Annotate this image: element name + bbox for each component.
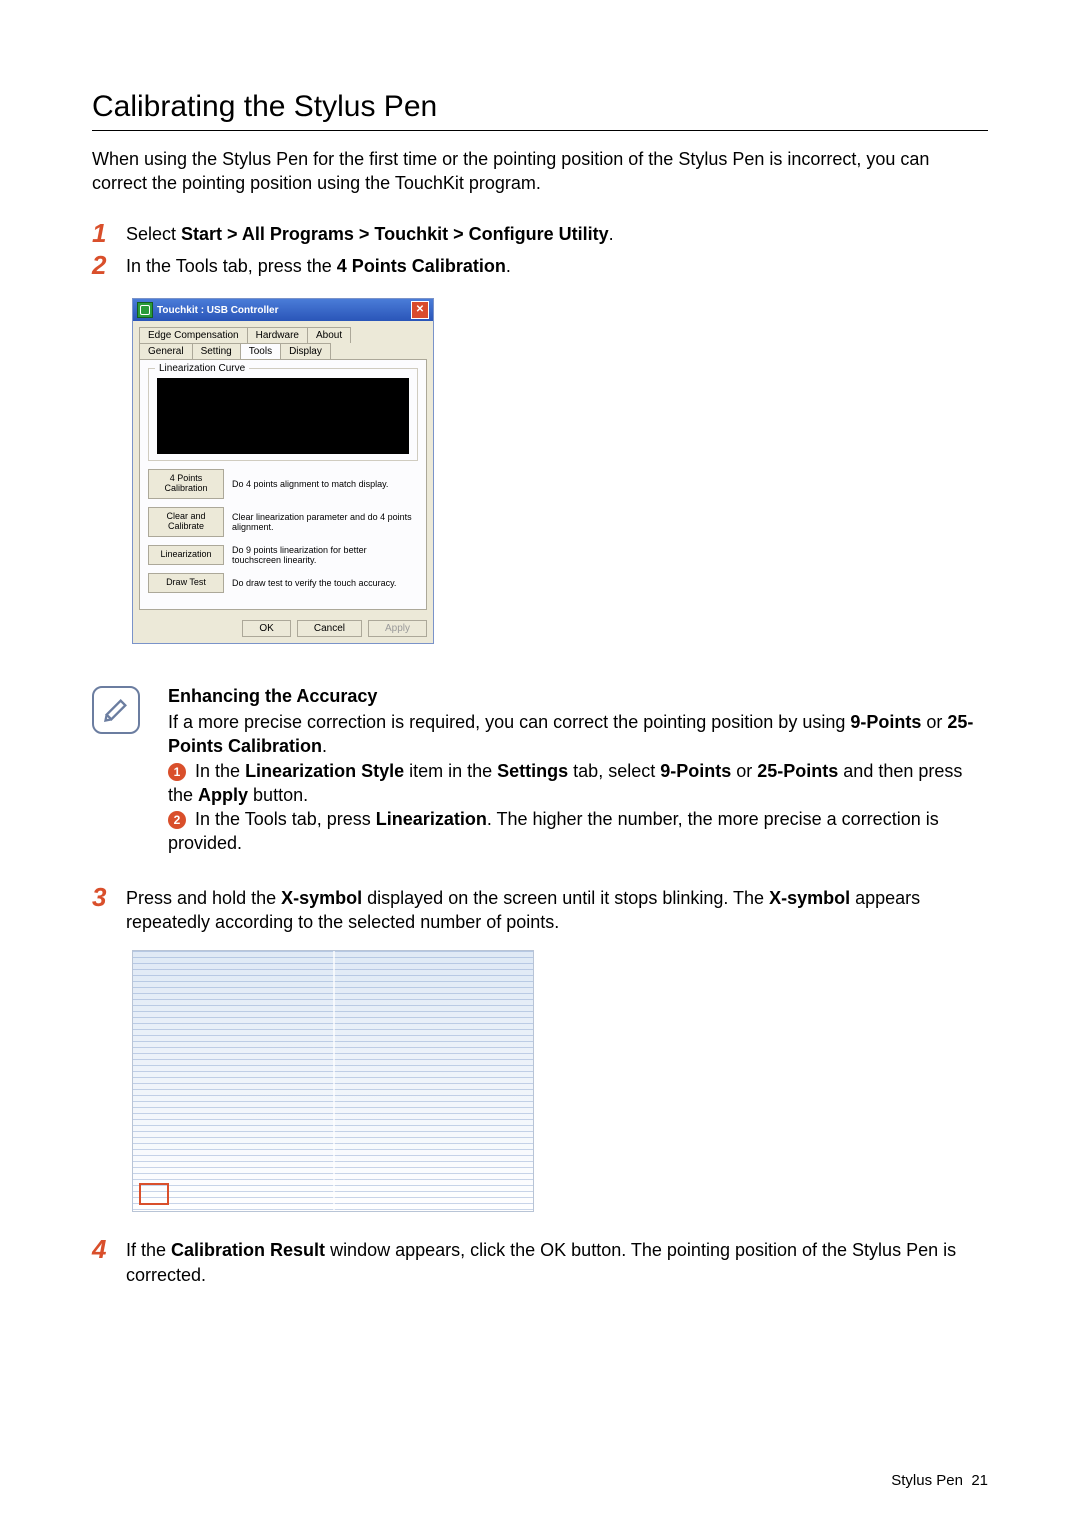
step-number-2: 2 bbox=[92, 252, 126, 278]
group-title: Linearization Curve bbox=[155, 363, 249, 374]
page-title: Calibrating the Stylus Pen bbox=[92, 90, 988, 124]
tab-tools[interactable]: Tools bbox=[240, 343, 281, 359]
step-3-text: Press and hold the X-symbol displayed on… bbox=[126, 884, 988, 935]
step-1-text: Select Start > All Programs > Touchkit >… bbox=[126, 220, 614, 246]
step-4-text: If the Calibration Result window appears… bbox=[126, 1236, 988, 1287]
curve-grid bbox=[157, 378, 409, 454]
tab-general[interactable]: General bbox=[139, 343, 193, 359]
close-icon[interactable]: ✕ bbox=[411, 301, 429, 319]
tab-about[interactable]: About bbox=[307, 327, 351, 343]
4-points-desc: Do 4 points alignment to match display. bbox=[232, 479, 418, 489]
note-p1: If a more precise correction is required… bbox=[168, 710, 988, 759]
highlight-marker bbox=[139, 1183, 169, 1205]
clear-desc: Clear linearization parameter and do 4 p… bbox=[232, 512, 418, 532]
note-icon bbox=[92, 686, 140, 734]
title-rule bbox=[92, 130, 988, 131]
calibration-screen-image bbox=[132, 950, 534, 1212]
linearization-button[interactable]: Linearization bbox=[148, 545, 224, 565]
step-number-4: 4 bbox=[92, 1236, 126, 1262]
tab-edge-compensation[interactable]: Edge Compensation bbox=[139, 327, 248, 343]
tab-display[interactable]: Display bbox=[280, 343, 331, 359]
clear-and-calibrate-button[interactable]: Clear and Calibrate bbox=[148, 507, 224, 537]
circled-1-icon: 1 bbox=[168, 763, 186, 781]
ok-button[interactable]: OK bbox=[242, 620, 290, 637]
4-points-calibration-button[interactable]: 4 Points Calibration bbox=[148, 469, 224, 499]
apply-button[interactable]: Apply bbox=[368, 620, 427, 637]
cancel-button[interactable]: Cancel bbox=[297, 620, 362, 637]
step-number-1: 1 bbox=[92, 220, 126, 246]
linearization-curve-group: Linearization Curve bbox=[148, 368, 418, 461]
circled-2-icon: 2 bbox=[168, 811, 186, 829]
step-2-text: In the Tools tab, press the 4 Points Cal… bbox=[126, 252, 511, 278]
page-footer: Stylus Pen 21 bbox=[891, 1472, 988, 1489]
note-line-2: 2 In the Tools tab, press Linearization.… bbox=[168, 807, 988, 856]
dialog-title: Touchkit : USB Controller bbox=[157, 305, 278, 316]
tab-hardware[interactable]: Hardware bbox=[247, 327, 308, 343]
note-heading: Enhancing the Accuracy bbox=[168, 684, 988, 708]
draw-test-button[interactable]: Draw Test bbox=[148, 573, 224, 593]
intro-paragraph: When using the Stylus Pen for the first … bbox=[92, 147, 988, 196]
note-line-1: 1 In the Linearization Style item in the… bbox=[168, 759, 988, 808]
tab-setting[interactable]: Setting bbox=[192, 343, 241, 359]
linearization-desc: Do 9 points linearization for better tou… bbox=[232, 545, 418, 565]
dialog-titlebar: Touchkit : USB Controller ✕ bbox=[133, 299, 433, 321]
app-icon bbox=[137, 302, 153, 318]
step-number-3: 3 bbox=[92, 884, 126, 910]
draw-test-desc: Do draw test to verify the touch accurac… bbox=[232, 578, 418, 588]
touchkit-dialog: Touchkit : USB Controller ✕ Edge Compens… bbox=[132, 298, 434, 643]
